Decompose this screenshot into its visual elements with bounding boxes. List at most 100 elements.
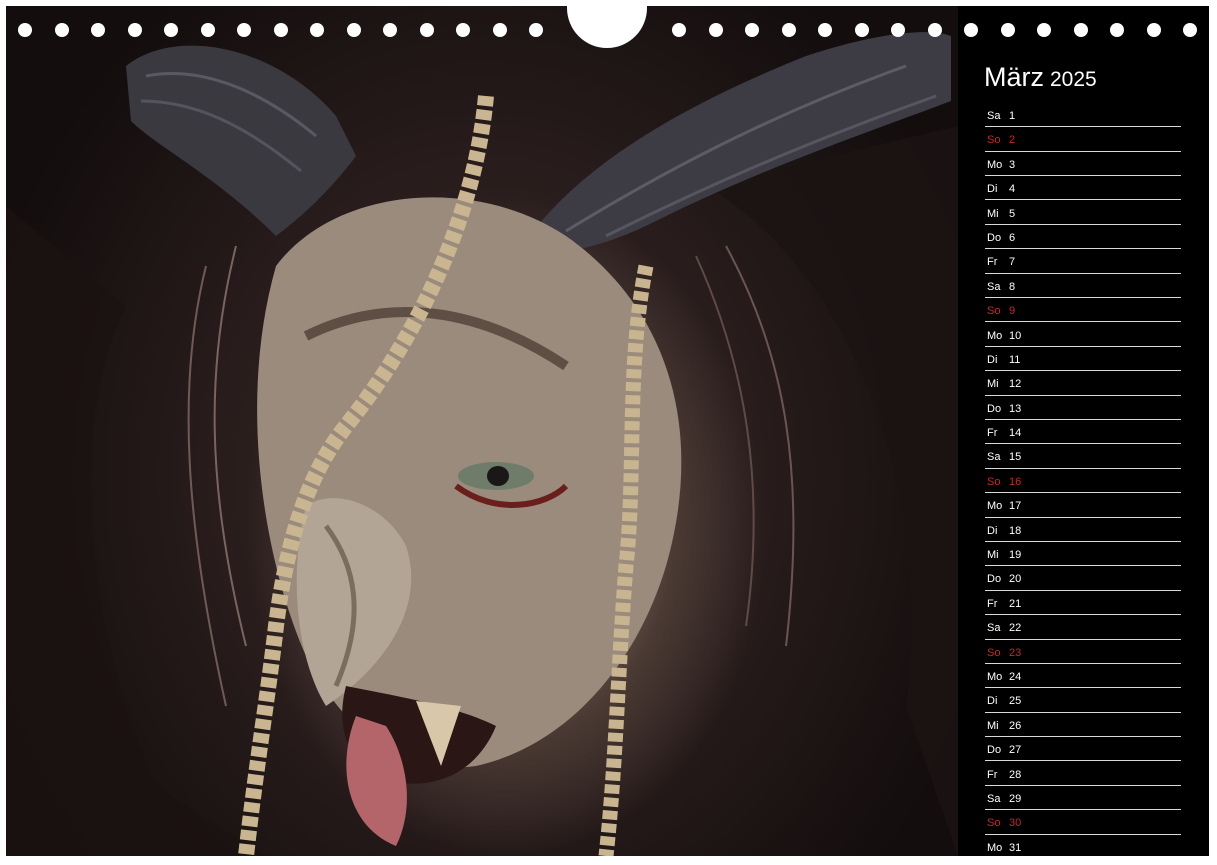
day-number: 31 bbox=[1009, 841, 1022, 854]
calendar-panel: März 2025 Sa 1 So 2 Mo 3 Di 4 Mi 5 Do 6 Fr 7 Sa 8 So 9 Mo 10… bbox=[958, 6, 1209, 856]
day-number: 7 bbox=[1009, 256, 1016, 269]
day-number: 28 bbox=[1009, 768, 1022, 781]
day-row: Mo 10 bbox=[985, 324, 1181, 347]
weekday-label: Fr bbox=[987, 768, 998, 781]
day-row: So 2 bbox=[985, 128, 1181, 152]
day-row: Mo 31 bbox=[985, 836, 1181, 856]
weekday-label: Mi bbox=[987, 719, 999, 732]
weekday-label: Fr bbox=[987, 427, 998, 440]
day-number: 3 bbox=[1009, 158, 1016, 171]
day-row: Do 27 bbox=[985, 738, 1181, 762]
day-number: 26 bbox=[1009, 719, 1022, 732]
weekday-label: So bbox=[987, 475, 1001, 488]
weekday-label: Do bbox=[987, 402, 1002, 415]
weekday-label: Mo bbox=[987, 841, 1003, 854]
weekday-label: Mi bbox=[987, 549, 999, 562]
day-row: Sa 1 bbox=[985, 104, 1181, 128]
weekday-label: Mo bbox=[987, 670, 1003, 683]
weekday-label: Di bbox=[987, 183, 998, 196]
day-row: Do 6 bbox=[985, 226, 1181, 250]
day-row: Do 13 bbox=[985, 397, 1181, 420]
weekday-label: Do bbox=[987, 573, 1002, 586]
day-row: Fr 14 bbox=[985, 421, 1181, 445]
day-number: 29 bbox=[1009, 792, 1022, 805]
weekday-label: Do bbox=[987, 744, 1002, 757]
weekday-label: So bbox=[987, 134, 1001, 147]
weekday-label: Mi bbox=[987, 207, 999, 220]
weekday-label: So bbox=[987, 646, 1001, 659]
day-number: 18 bbox=[1009, 524, 1022, 537]
weekday-label: So bbox=[987, 817, 1001, 830]
day-number: 14 bbox=[1009, 427, 1022, 440]
weekday-label: Di bbox=[987, 353, 998, 366]
day-number: 15 bbox=[1009, 451, 1022, 464]
weekday-label: Sa bbox=[987, 451, 1001, 464]
month-title: März 2025 bbox=[984, 62, 1097, 93]
day-number: 1 bbox=[1009, 110, 1016, 122]
weekday-label: Fr bbox=[987, 256, 998, 269]
day-number: 5 bbox=[1009, 207, 1016, 220]
day-number: 8 bbox=[1009, 280, 1016, 293]
day-number: 19 bbox=[1009, 549, 1022, 562]
day-number: 16 bbox=[1009, 475, 1022, 488]
day-row: Sa 29 bbox=[985, 787, 1181, 811]
day-number: 21 bbox=[1009, 597, 1022, 610]
day-number: 22 bbox=[1009, 622, 1022, 635]
day-number: 23 bbox=[1009, 646, 1022, 659]
day-number: 11 bbox=[1009, 353, 1021, 366]
calendar-page: März 2025 Sa 1 So 2 Mo 3 Di 4 Mi 5 Do 6 Fr 7 Sa 8 So 9 Mo 10… bbox=[6, 6, 1209, 856]
day-row: Di 11 bbox=[985, 348, 1181, 372]
day-row: Mi 12 bbox=[985, 372, 1181, 396]
day-row: So 16 bbox=[985, 470, 1181, 494]
weekday-label: Sa bbox=[987, 280, 1001, 293]
day-row: Fr 28 bbox=[985, 763, 1181, 786]
weekday-label: Mo bbox=[987, 500, 1003, 513]
day-row: Mi 5 bbox=[985, 202, 1181, 225]
krampus-mask-icon bbox=[6, 32, 958, 856]
day-number: 25 bbox=[1009, 695, 1022, 708]
day-row: Sa 22 bbox=[985, 616, 1181, 640]
day-number: 9 bbox=[1009, 305, 1016, 318]
weekday-label: Sa bbox=[987, 110, 1001, 122]
day-row: So 23 bbox=[985, 641, 1181, 664]
day-number: 4 bbox=[1009, 183, 1016, 196]
day-row: Mo 3 bbox=[985, 153, 1181, 177]
day-number: 30 bbox=[1009, 817, 1022, 830]
day-row: Mo 24 bbox=[985, 665, 1181, 689]
day-number: 24 bbox=[1009, 670, 1022, 683]
day-row: Di 25 bbox=[985, 689, 1181, 713]
day-row: Do 20 bbox=[985, 567, 1181, 591]
weekday-label: Do bbox=[987, 231, 1002, 244]
day-row: Mo 17 bbox=[985, 494, 1181, 518]
weekday-label: Di bbox=[987, 695, 998, 708]
day-row: Di 4 bbox=[985, 177, 1181, 201]
day-row: Sa 15 bbox=[985, 445, 1181, 469]
day-row: Mi 19 bbox=[985, 543, 1181, 567]
year: 2025 bbox=[1050, 68, 1097, 91]
day-number: 20 bbox=[1009, 573, 1022, 586]
day-row: So 30 bbox=[985, 811, 1181, 835]
weekday-label: Mi bbox=[987, 378, 999, 391]
day-row: Di 18 bbox=[985, 519, 1181, 542]
weekday-label: Mo bbox=[987, 329, 1003, 342]
day-number: 13 bbox=[1009, 402, 1022, 415]
weekday-label: Sa bbox=[987, 622, 1001, 635]
day-number: 17 bbox=[1009, 500, 1022, 513]
day-number: 10 bbox=[1009, 329, 1022, 342]
day-number: 12 bbox=[1009, 378, 1022, 391]
day-number: 27 bbox=[1009, 744, 1022, 757]
day-number: 2 bbox=[1009, 134, 1016, 147]
weekday-label: Fr bbox=[987, 597, 998, 610]
day-number: 6 bbox=[1009, 231, 1016, 244]
day-row: Fr 21 bbox=[985, 592, 1181, 616]
weekday-label: Mo bbox=[987, 158, 1003, 171]
weekday-label: Di bbox=[987, 524, 998, 537]
day-row: Fr 7 bbox=[985, 250, 1181, 274]
day-row: So 9 bbox=[985, 299, 1181, 323]
weekday-label: So bbox=[987, 305, 1001, 318]
day-list: Sa 1 So 2 Mo 3 Di 4 Mi 5 Do 6 Fr 7 Sa 8 So 9 Mo 10 Di 11 Mi 12 D… bbox=[985, 104, 1181, 856]
day-row: Mi 26 bbox=[985, 714, 1181, 738]
weekday-label: Sa bbox=[987, 792, 1001, 805]
krampus-mask-photo bbox=[6, 6, 958, 856]
day-row: Sa 8 bbox=[985, 275, 1181, 299]
